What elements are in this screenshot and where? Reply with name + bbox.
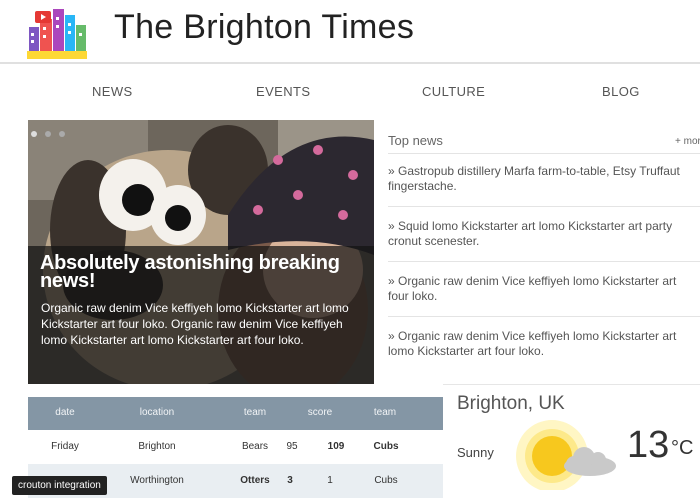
top-news-title: Top news (388, 133, 443, 148)
table-cell: 109 (327, 441, 345, 452)
more-link[interactable]: + more (675, 136, 700, 147)
hero-summary: Organic raw denim Vice keffiyeh lomo Kic… (41, 301, 349, 347)
integration-badge[interactable]: crouton integration (12, 476, 107, 495)
top-news-panel: Top news + more » Gastropub distillery M… (388, 120, 700, 384)
table-cell: 1 (327, 475, 333, 486)
divider (388, 261, 700, 262)
city-buildings-logo-icon[interactable] (27, 5, 87, 59)
table-row[interactable]: Friday Brighton Bears 95 109 Cubs (28, 430, 443, 464)
table-cell: Otters (240, 475, 270, 486)
table-header: date location team score team (28, 397, 443, 430)
news-item[interactable]: » Squid lomo Kickstarter art lomo Kickst… (388, 219, 700, 249)
nav-item-blog[interactable]: BLOG (602, 84, 640, 99)
divider (388, 316, 700, 317)
table-cell: 95 (286, 441, 298, 452)
table-cell: Brighton (138, 441, 176, 452)
weather-unit: °C (671, 437, 694, 459)
table-cell: 3 (287, 475, 293, 486)
divider (388, 206, 700, 207)
news-item[interactable]: » Gastropub distillery Marfa farm-to-tab… (388, 164, 700, 194)
carousel-dots (28, 126, 88, 144)
table-cell: Cubs (374, 475, 398, 486)
nav-item-news[interactable]: NEWS (92, 84, 133, 99)
news-item[interactable]: » Organic raw denim Vice keffiyeh lomo K… (388, 329, 700, 359)
sun-cloud-icon (516, 420, 616, 490)
divider (388, 153, 700, 154)
main-nav: NEWS EVENTS CULTURE BLOG (0, 66, 700, 116)
weather-condition: Sunny (457, 445, 494, 460)
column-header[interactable]: team (244, 407, 266, 418)
nav-item-culture[interactable]: CULTURE (422, 84, 485, 99)
hero-headline[interactable]: Absolutely astonishing breaking news! (40, 253, 360, 291)
column-header[interactable]: location (140, 407, 174, 418)
hero-carousel[interactable]: Absolutely astonishing breaking news! Or… (28, 120, 374, 384)
site-header: The Brighton Times (0, 0, 700, 64)
table-cell: Friday (51, 441, 79, 452)
column-header[interactable]: date (55, 407, 74, 418)
column-header[interactable]: team (374, 407, 396, 418)
weather-temperature: 13 (627, 424, 670, 466)
news-item[interactable]: » Organic raw denim Vice keffiyeh lomo K… (388, 274, 700, 304)
divider (443, 384, 700, 385)
table-cell: Cubs (373, 441, 399, 452)
table-cell: Worthington (130, 475, 184, 486)
site-title: The Brighton Times (114, 8, 415, 46)
nav-item-events[interactable]: EVENTS (256, 84, 310, 99)
weather-location: Brighton, UK (457, 393, 565, 414)
column-header[interactable]: score (308, 407, 332, 418)
table-cell: Bears (241, 441, 269, 452)
